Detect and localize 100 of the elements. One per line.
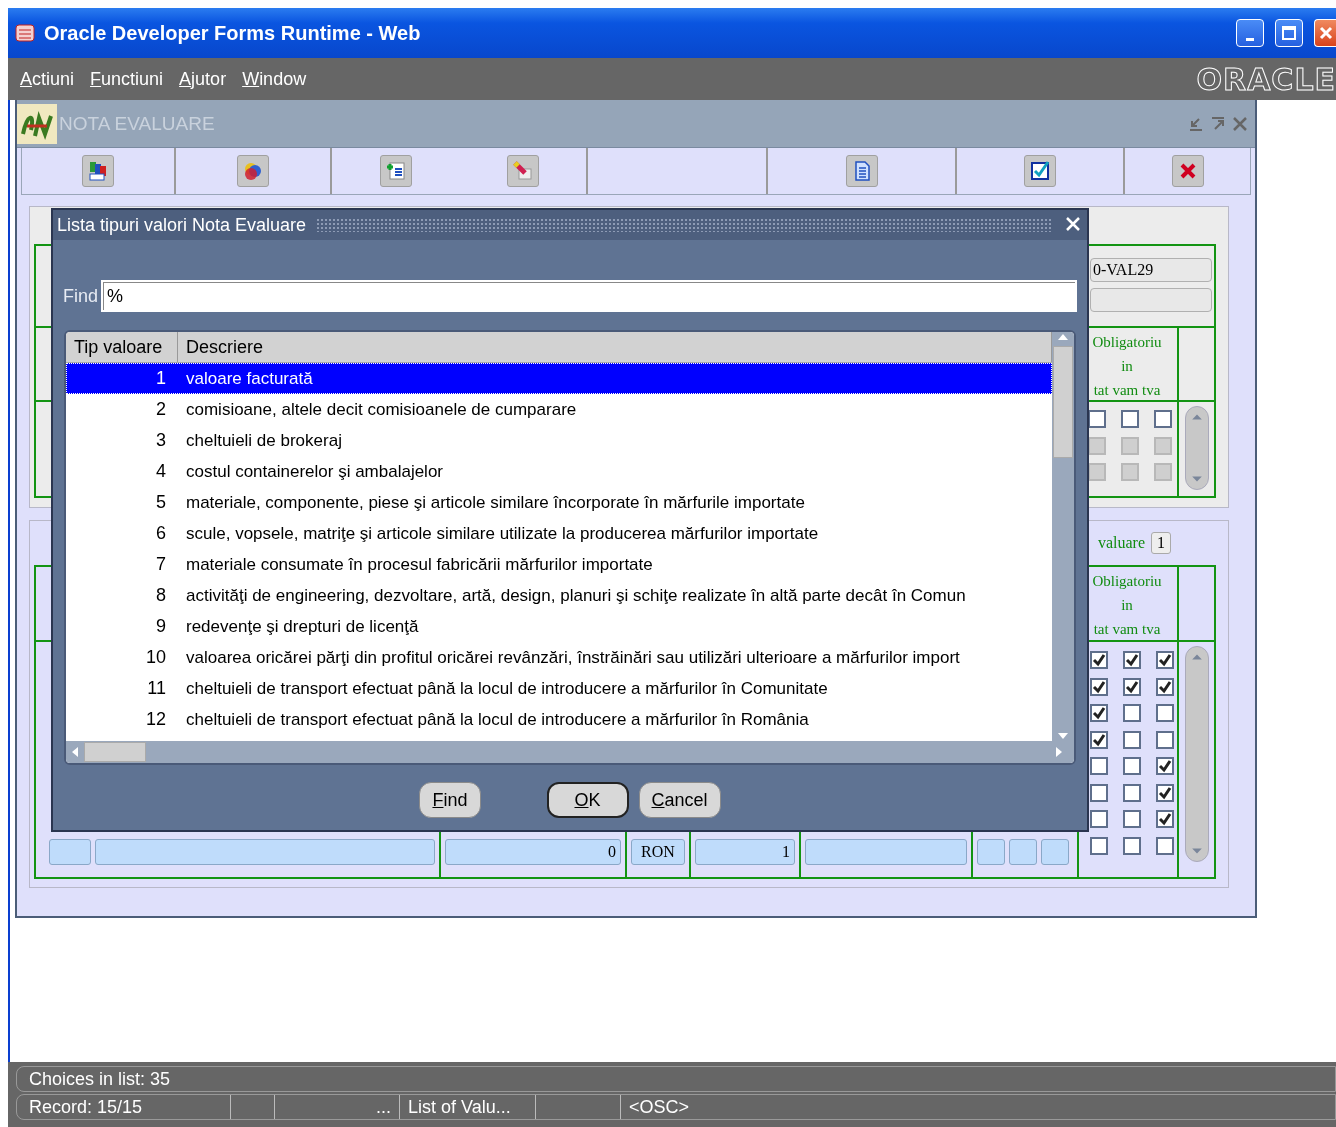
close-icon [1064,215,1082,233]
text-field[interactable]: 0-VAL29 [1090,258,1212,282]
scroll-thumb[interactable] [84,742,146,762]
table-cell[interactable]: valoare facturată [178,368,313,389]
table-cell[interactable]: 9 [66,616,178,637]
close-icon [1317,25,1334,41]
dialog-button[interactable]: OK [546,782,629,818]
checkbox[interactable] [1156,704,1174,723]
text-field[interactable] [1041,839,1069,865]
text-field[interactable]: 1 [1151,532,1171,554]
form-icon [17,103,57,144]
color-circles-icon[interactable] [237,155,269,187]
text-field[interactable]: RON [631,839,685,865]
text-field[interactable] [977,839,1005,865]
minimize-button[interactable] [1236,19,1264,47]
maximize-button[interactable] [1275,19,1303,47]
checkbox[interactable] [1090,677,1108,696]
checkbox[interactable] [1156,783,1174,802]
menu-item[interactable]: Functiuni [90,68,164,90]
table-cell[interactable]: 7 [66,554,178,575]
scrollbar[interactable] [1052,332,1074,741]
status-message: Choices in list: 35 [16,1066,1336,1092]
table-cell[interactable]: 12 [66,709,178,730]
dialog-title: Lista tipuri valori Nota Evaluare [57,214,307,236]
text-field[interactable] [805,839,967,865]
text-field[interactable] [1090,288,1212,312]
add-list-icon[interactable] [379,155,412,187]
table-cell[interactable]: 8 [66,585,178,606]
minimize-icon [1246,37,1254,41]
checkbox[interactable] [1154,410,1172,429]
checkbox[interactable] [1123,730,1141,749]
list-box[interactable] [64,330,1076,765]
field-label: valuare [1097,534,1145,552]
checkbox[interactable] [1090,730,1108,749]
checkbox[interactable] [1156,836,1174,855]
column-header: Obligatoriu in tat vam tva [1091,572,1163,639]
checkbox[interactable] [1121,410,1139,429]
checkbox[interactable] [1090,757,1108,776]
menu-item[interactable]: Ajutor [179,68,227,90]
checkbox[interactable] [1123,651,1141,670]
checkbox[interactable] [1156,651,1174,670]
window-title: Oracle Developer Forms Runtime - Web [44,21,422,45]
maximize-icon [1281,25,1297,41]
checkbox[interactable] [1156,757,1174,776]
table-cell[interactable]: 10 [66,647,178,668]
table-cell[interactable]: cheltuieli de transport efectuat până la locul de introducere a mărfurilor în Comunitate [178,678,828,699]
table-cell[interactable]: comisioane, altele decit comisioanele de cumparare [178,399,577,420]
table-cell[interactable]: valoarea oricărei părţi din profitul oricărei revânzări, înstrăinări sau utilizări ulterioare a mărfurilor import [178,647,960,668]
checkbox[interactable] [1090,810,1108,829]
checkbox[interactable] [1090,836,1108,855]
checkbox[interactable] [1090,704,1108,723]
table-cell[interactable]: 4 [66,461,178,482]
eraser-icon[interactable] [506,155,539,187]
column-header[interactable]: Tip valoare [66,332,178,362]
checkbox[interactable] [1156,730,1174,749]
checkbox[interactable] [1123,783,1141,802]
close-button[interactable] [1314,19,1336,47]
menu-item[interactable]: Actiuni [20,68,75,90]
table-cell[interactable]: activităţi de engineering, dezvoltare, artă, design, planuri şi schiţe realizate în altă parte decât în Comun [178,585,966,606]
dialog-button[interactable]: Find [419,782,481,818]
text-field[interactable] [49,839,91,865]
text-field[interactable]: 0 [445,839,621,865]
checkbox-icon[interactable] [1024,155,1056,187]
table-cell[interactable]: 1 [66,368,178,389]
checkbox[interactable] [1090,783,1108,802]
table-cell[interactable]: cheltuieli de brokeraj [178,430,342,451]
text-field[interactable] [95,839,435,865]
checkbox[interactable] [1156,677,1174,696]
table-cell[interactable]: cheltuieli de transport efectuat până la locul de introducere a mărfurilor în România [178,709,809,730]
app-icon [14,22,36,44]
find-label: Find [63,285,98,307]
table-cell[interactable]: redevenţe şi drepturi de licenţă [178,616,419,637]
checkbox[interactable] [1123,704,1141,723]
text-field[interactable] [1009,839,1037,865]
scroll-thumb[interactable] [1053,346,1073,458]
dialog-button[interactable]: Cancel [638,782,721,818]
table-cell[interactable]: 11 [66,678,178,699]
table-cell[interactable]: 2 [66,399,178,420]
close-icon[interactable] [1171,155,1204,187]
scrollbar[interactable] [66,741,1074,763]
checkbox[interactable] [1123,810,1141,829]
checkbox[interactable] [1123,757,1141,776]
table-cell[interactable]: materiale consumate în procesul fabricării mărfurilor importate [178,554,653,575]
checkbox[interactable] [1090,651,1108,670]
table-cell[interactable]: scule, vopsele, matriţe şi articole similare utilizate la producerea mărfurilor importate [178,523,819,544]
text-field[interactable]: 1 [695,839,795,865]
table-cell[interactable]: materiale, componente, piese şi articole similare încorporate în mărfurile importate [178,492,805,513]
column-header: Obligatoriu in tat vam tva [1091,333,1163,400]
document-icon[interactable] [845,155,878,187]
table-cell[interactable]: costul containerelor şi ambalajelor [178,461,444,482]
checkbox[interactable] [1123,836,1141,855]
find-field[interactable]: % [101,280,1077,312]
menu-item[interactable]: Window [242,68,307,90]
table-cell[interactable]: 5 [66,492,178,513]
brand-logo: ORACLE [1196,61,1336,97]
checkbox[interactable] [1123,677,1141,696]
table-cell[interactable]: 6 [66,523,178,544]
checkbox[interactable] [1156,810,1174,829]
bar-chart-icon[interactable] [82,155,114,187]
table-cell[interactable]: 3 [66,430,178,451]
